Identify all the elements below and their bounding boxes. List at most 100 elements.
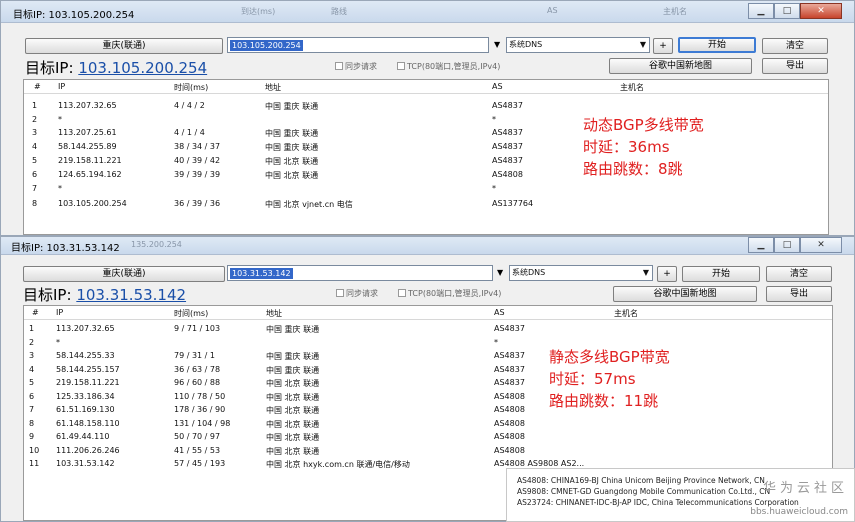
cell-time: 50 / 70 / 97 [174, 432, 221, 441]
close-button[interactable]: ✕ [800, 237, 842, 253]
add-button[interactable]: + [657, 266, 677, 282]
table-row[interactable]: 7 61.51.169.130 178 / 36 / 90 中国 北京 联通 AS480… [24, 405, 832, 419]
cell-ip: 58.144.255.89 [58, 142, 117, 151]
col-header-hostname[interactable]: 主机名 [614, 308, 638, 319]
cell-time: 38 / 34 / 37 [174, 142, 221, 151]
cell-ip: 125.33.186.34 [56, 391, 115, 401]
ghost-title: 到达(ms) [241, 7, 276, 16]
clear-button[interactable]: 清空 [762, 38, 828, 54]
add-button[interactable]: + [653, 38, 673, 54]
target-ip-label: 目标IP: [25, 59, 74, 77]
minimize-button[interactable]: ▁ [748, 3, 774, 19]
sync-request-checkbox[interactable]: 同步请求 [336, 288, 378, 299]
col-header-index[interactable]: # [32, 308, 39, 317]
cell-index: 3 [29, 351, 35, 360]
start-button[interactable]: 开始 [678, 37, 756, 53]
cell-ip: 219.158.11.221 [56, 378, 120, 387]
location-button[interactable]: 重庆(联通) [25, 38, 223, 54]
table-row[interactable]: 8 61.148.158.110 131 / 104 / 98 中国 北京 联通 AS4… [24, 419, 832, 433]
annotation-line: 时延：36ms [583, 138, 670, 156]
ghost-title: 路线 [331, 7, 347, 16]
annotation-line: 动态BGP多线带宽 [583, 116, 704, 134]
cell-address: 中国 重庆 联通 [266, 325, 320, 334]
col-header-hostname[interactable]: 主机名 [620, 82, 644, 93]
table-row[interactable]: 3 58.144.255.33 79 / 31 / 1 中国 重庆 联通 AS4837 [24, 351, 832, 365]
cell-time: 40 / 39 / 42 [174, 156, 221, 165]
chevron-down-icon[interactable]: ▼ [497, 268, 503, 277]
annotation-line: 时延：57ms [549, 370, 636, 388]
target-ip-link[interactable]: 103.105.200.254 [78, 59, 207, 77]
table-row[interactable]: 5 219.158.11.221 96 / 60 / 88 中国 北京 联通 AS483… [24, 378, 832, 392]
cell-address: 中国 北京 联通 [266, 379, 320, 388]
cell-ip: 61.51.169.130 [56, 405, 115, 414]
export-button[interactable]: 导出 [762, 58, 828, 74]
chevron-down-icon[interactable]: ▼ [494, 40, 500, 49]
target-ip-link[interactable]: 103.31.53.142 [76, 286, 186, 304]
target-ip-label: 目标IP: [23, 286, 72, 304]
cell-ip: 58.144.255.157 [56, 364, 120, 374]
table-row[interactable]: 4 58.144.255.157 36 / 63 / 78 中国 重庆 联通 AS483… [24, 365, 832, 379]
col-header-ip[interactable]: IP [58, 82, 65, 91]
ip-input[interactable]: 103.105.200.254 [227, 37, 489, 53]
col-header-as[interactable]: AS [492, 82, 503, 91]
cell-time: 4 / 4 / 2 [174, 101, 205, 110]
cell-index: 6 [32, 170, 38, 179]
maximize-button[interactable]: □ [774, 3, 800, 19]
annotation-line: 静态多线BGP带宽 [549, 348, 670, 366]
google-map-button[interactable]: 谷歌中国新地图 [613, 286, 757, 302]
cell-index: 6 [29, 391, 35, 401]
title-bar[interactable]: 目标IP: 103.105.200.254 到达(ms) 路线 AS 主机名 ▁… [1, 1, 854, 23]
table-row[interactable]: 2 * * [24, 338, 832, 352]
col-header-address[interactable]: 地址 [265, 82, 281, 93]
sync-request-checkbox[interactable]: 同步请求 [335, 61, 377, 72]
start-button[interactable]: 开始 [682, 266, 760, 282]
cell-time: 36 / 63 / 78 [174, 364, 221, 374]
export-button[interactable]: 导出 [766, 286, 832, 302]
clear-button[interactable]: 清空 [766, 266, 832, 282]
cell-address: 中国 北京 联通 [265, 171, 319, 180]
tcp-checkbox[interactable]: TCP(80端口,管理员,IPv4) [397, 61, 500, 72]
title-bar[interactable]: 目标IP: 103.31.53.142 135.200.254 ▁ □ ✕ [1, 237, 854, 255]
col-header-as[interactable]: AS [494, 308, 505, 317]
tcp-checkbox[interactable]: TCP(80端口,管理员,IPv4) [398, 288, 501, 299]
ghost-title: 135.200.254 [131, 240, 182, 249]
maximize-button[interactable]: □ [774, 237, 800, 253]
ip-input[interactable]: 103.31.53.142 [227, 265, 493, 281]
table-row[interactable]: 1 113.207.32.65 9 / 71 / 103 中国 重庆 联通 AS4837 [24, 324, 832, 338]
location-button[interactable]: 重庆(联通) [23, 266, 225, 282]
cell-time: 79 / 31 / 1 [174, 351, 216, 360]
table-row[interactable]: 10 111.206.26.246 41 / 55 / 53 中国 北京 联通 AS48… [24, 446, 832, 460]
chevron-down-icon: ▼ [639, 40, 646, 49]
col-header-index[interactable]: # [34, 82, 41, 91]
cell-index: 3 [32, 128, 38, 137]
cell-as: AS4808 [494, 432, 525, 441]
table-row[interactable]: 6 125.33.186.34 110 / 78 / 50 中国 北京 联通 AS480… [24, 392, 832, 406]
sync-request-label: 同步请求 [346, 289, 378, 298]
col-header-time[interactable]: 时间(ms) [174, 308, 208, 319]
ip-input-value: 103.105.200.254 [230, 40, 303, 51]
cell-as: AS4808 [494, 391, 525, 401]
cell-as: AS4837 [494, 378, 525, 387]
cell-ip: 113.207.25.61 [58, 128, 117, 137]
cell-time: 57 / 45 / 193 [174, 459, 226, 468]
cell-index: 9 [29, 432, 35, 441]
cell-as: AS4837 [494, 364, 525, 374]
google-map-button[interactable]: 谷歌中国新地图 [609, 58, 752, 74]
close-button[interactable]: ✕ [800, 3, 842, 19]
col-header-time[interactable]: 时间(ms) [174, 82, 208, 93]
col-header-ip[interactable]: IP [56, 308, 63, 317]
cell-ip: 103.31.53.142 [56, 459, 115, 468]
minimize-button[interactable]: ▁ [748, 237, 774, 253]
cell-index: 8 [32, 199, 38, 208]
cell-index: 11 [29, 459, 40, 468]
table-header: # IP 时间(ms) 地址 AS 主机名 [24, 306, 832, 320]
cell-as: * [494, 337, 498, 347]
chevron-down-icon: ▼ [642, 268, 649, 277]
cell-index: 1 [29, 324, 35, 333]
dns-select[interactable]: 系统DNS ▼ [506, 37, 650, 53]
dns-select[interactable]: 系统DNS ▼ [509, 265, 653, 281]
cell-address: 中国 重庆 联通 [266, 352, 320, 361]
col-header-address[interactable]: 地址 [266, 308, 282, 319]
cell-address: 中国 重庆 联通 [265, 143, 319, 152]
table-row[interactable]: 9 61.49.44.110 50 / 70 / 97 中国 北京 联通 AS4808 [24, 432, 832, 446]
